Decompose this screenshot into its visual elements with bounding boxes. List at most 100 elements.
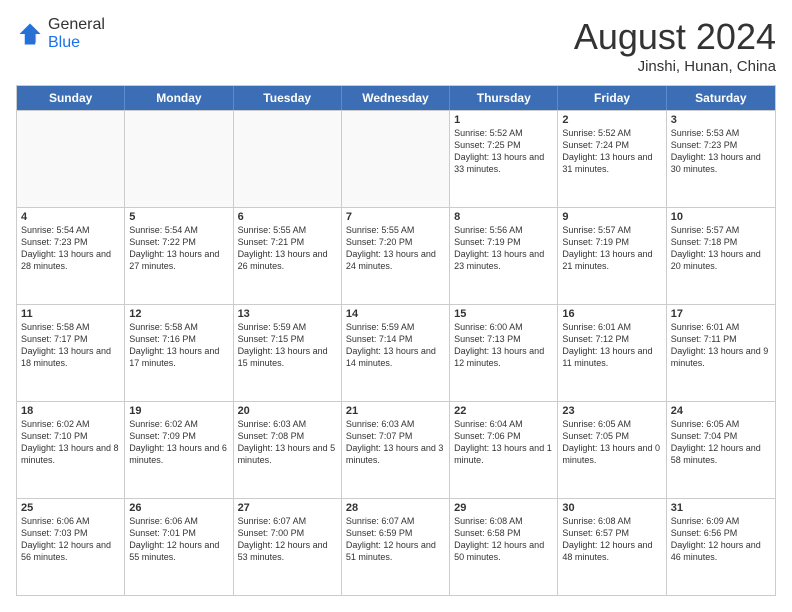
day-number: 4 [21,211,120,223]
logo-text: General Blue [48,16,105,52]
cell-text: Sunrise: 5:55 AMSunset: 7:20 PMDaylight:… [346,224,445,273]
cell-text: Sunrise: 6:06 AMSunset: 7:03 PMDaylight:… [21,515,120,564]
calendar-cell: 4Sunrise: 5:54 AMSunset: 7:23 PMDaylight… [17,208,125,304]
logo-icon [16,20,44,48]
calendar-cell: 15Sunrise: 6:00 AMSunset: 7:13 PMDayligh… [450,305,558,401]
calendar-body: 1Sunrise: 5:52 AMSunset: 7:25 PMDaylight… [17,110,775,595]
day-number: 20 [238,405,337,417]
cell-text: Sunrise: 6:02 AMSunset: 7:09 PMDaylight:… [129,418,228,467]
day-number: 10 [671,211,771,223]
logo-general: General [48,16,105,33]
calendar-cell: 16Sunrise: 6:01 AMSunset: 7:12 PMDayligh… [558,305,666,401]
day-number: 21 [346,405,445,417]
cell-text: Sunrise: 6:08 AMSunset: 6:58 PMDaylight:… [454,515,553,564]
calendar-cell: 8Sunrise: 5:56 AMSunset: 7:19 PMDaylight… [450,208,558,304]
cell-text: Sunrise: 6:01 AMSunset: 7:12 PMDaylight:… [562,321,661,370]
header-day-thursday: Thursday [450,86,558,110]
header-day-tuesday: Tuesday [234,86,342,110]
day-number: 22 [454,405,553,417]
calendar-cell [234,111,342,207]
calendar-cell: 10Sunrise: 5:57 AMSunset: 7:18 PMDayligh… [667,208,775,304]
calendar-cell [342,111,450,207]
day-number: 19 [129,405,228,417]
calendar-cell: 25Sunrise: 6:06 AMSunset: 7:03 PMDayligh… [17,499,125,595]
day-number: 18 [21,405,120,417]
calendar-cell: 17Sunrise: 6:01 AMSunset: 7:11 PMDayligh… [667,305,775,401]
day-number: 31 [671,502,771,514]
calendar-row-0: 1Sunrise: 5:52 AMSunset: 7:25 PMDaylight… [17,110,775,207]
cell-text: Sunrise: 6:01 AMSunset: 7:11 PMDaylight:… [671,321,771,370]
title-block: August 2024 Jinshi, Hunan, China [574,16,776,75]
cell-text: Sunrise: 5:59 AMSunset: 7:15 PMDaylight:… [238,321,337,370]
calendar-row-2: 11Sunrise: 5:58 AMSunset: 7:17 PMDayligh… [17,304,775,401]
day-number: 15 [454,308,553,320]
cell-text: Sunrise: 5:52 AMSunset: 7:24 PMDaylight:… [562,127,661,176]
calendar-cell: 14Sunrise: 5:59 AMSunset: 7:14 PMDayligh… [342,305,450,401]
day-number: 27 [238,502,337,514]
day-number: 12 [129,308,228,320]
calendar-cell: 7Sunrise: 5:55 AMSunset: 7:20 PMDaylight… [342,208,450,304]
cell-text: Sunrise: 5:57 AMSunset: 7:19 PMDaylight:… [562,224,661,273]
calendar-cell: 12Sunrise: 5:58 AMSunset: 7:16 PMDayligh… [125,305,233,401]
header-day-saturday: Saturday [667,86,775,110]
day-number: 23 [562,405,661,417]
cell-text: Sunrise: 6:05 AMSunset: 7:04 PMDaylight:… [671,418,771,467]
header-day-monday: Monday [125,86,233,110]
calendar-cell [17,111,125,207]
cell-text: Sunrise: 6:02 AMSunset: 7:10 PMDaylight:… [21,418,120,467]
calendar-cell: 5Sunrise: 5:54 AMSunset: 7:22 PMDaylight… [125,208,233,304]
day-number: 17 [671,308,771,320]
calendar-cell: 18Sunrise: 6:02 AMSunset: 7:10 PMDayligh… [17,402,125,498]
calendar-cell: 13Sunrise: 5:59 AMSunset: 7:15 PMDayligh… [234,305,342,401]
cell-text: Sunrise: 5:52 AMSunset: 7:25 PMDaylight:… [454,127,553,176]
calendar-cell: 24Sunrise: 6:05 AMSunset: 7:04 PMDayligh… [667,402,775,498]
day-number: 7 [346,211,445,223]
day-number: 5 [129,211,228,223]
calendar-cell: 28Sunrise: 6:07 AMSunset: 6:59 PMDayligh… [342,499,450,595]
calendar-cell: 29Sunrise: 6:08 AMSunset: 6:58 PMDayligh… [450,499,558,595]
cell-text: Sunrise: 6:04 AMSunset: 7:06 PMDaylight:… [454,418,553,467]
cell-text: Sunrise: 5:54 AMSunset: 7:22 PMDaylight:… [129,224,228,273]
cell-text: Sunrise: 5:58 AMSunset: 7:16 PMDaylight:… [129,321,228,370]
cell-text: Sunrise: 6:07 AMSunset: 7:00 PMDaylight:… [238,515,337,564]
calendar-cell: 2Sunrise: 5:52 AMSunset: 7:24 PMDaylight… [558,111,666,207]
day-number: 24 [671,405,771,417]
header-day-wednesday: Wednesday [342,86,450,110]
calendar-cell: 27Sunrise: 6:07 AMSunset: 7:00 PMDayligh… [234,499,342,595]
day-number: 11 [21,308,120,320]
calendar-cell: 11Sunrise: 5:58 AMSunset: 7:17 PMDayligh… [17,305,125,401]
day-number: 9 [562,211,661,223]
cell-text: Sunrise: 6:00 AMSunset: 7:13 PMDaylight:… [454,321,553,370]
header-day-sunday: Sunday [17,86,125,110]
calendar-cell: 9Sunrise: 5:57 AMSunset: 7:19 PMDaylight… [558,208,666,304]
day-number: 29 [454,502,553,514]
day-number: 30 [562,502,661,514]
day-number: 2 [562,114,661,126]
cell-text: Sunrise: 6:09 AMSunset: 6:56 PMDaylight:… [671,515,771,564]
cell-text: Sunrise: 6:06 AMSunset: 7:01 PMDaylight:… [129,515,228,564]
calendar-cell: 19Sunrise: 6:02 AMSunset: 7:09 PMDayligh… [125,402,233,498]
day-number: 13 [238,308,337,320]
calendar-header: SundayMondayTuesdayWednesdayThursdayFrid… [17,86,775,110]
day-number: 1 [454,114,553,126]
cell-text: Sunrise: 6:05 AMSunset: 7:05 PMDaylight:… [562,418,661,467]
calendar-cell [125,111,233,207]
header-day-friday: Friday [558,86,666,110]
day-number: 3 [671,114,771,126]
cell-text: Sunrise: 5:58 AMSunset: 7:17 PMDaylight:… [21,321,120,370]
logo: General Blue [16,16,105,52]
cell-text: Sunrise: 5:57 AMSunset: 7:18 PMDaylight:… [671,224,771,273]
calendar-row-3: 18Sunrise: 6:02 AMSunset: 7:10 PMDayligh… [17,401,775,498]
calendar-cell: 3Sunrise: 5:53 AMSunset: 7:23 PMDaylight… [667,111,775,207]
day-number: 16 [562,308,661,320]
calendar-cell: 30Sunrise: 6:08 AMSunset: 6:57 PMDayligh… [558,499,666,595]
cell-text: Sunrise: 6:08 AMSunset: 6:57 PMDaylight:… [562,515,661,564]
calendar-cell: 1Sunrise: 5:52 AMSunset: 7:25 PMDaylight… [450,111,558,207]
location: Jinshi, Hunan, China [574,58,776,75]
calendar-cell: 23Sunrise: 6:05 AMSunset: 7:05 PMDayligh… [558,402,666,498]
cell-text: Sunrise: 6:07 AMSunset: 6:59 PMDaylight:… [346,515,445,564]
day-number: 14 [346,308,445,320]
calendar-row-4: 25Sunrise: 6:06 AMSunset: 7:03 PMDayligh… [17,498,775,595]
cell-text: Sunrise: 5:53 AMSunset: 7:23 PMDaylight:… [671,127,771,176]
page: General Blue August 2024 Jinshi, Hunan, … [0,0,792,612]
